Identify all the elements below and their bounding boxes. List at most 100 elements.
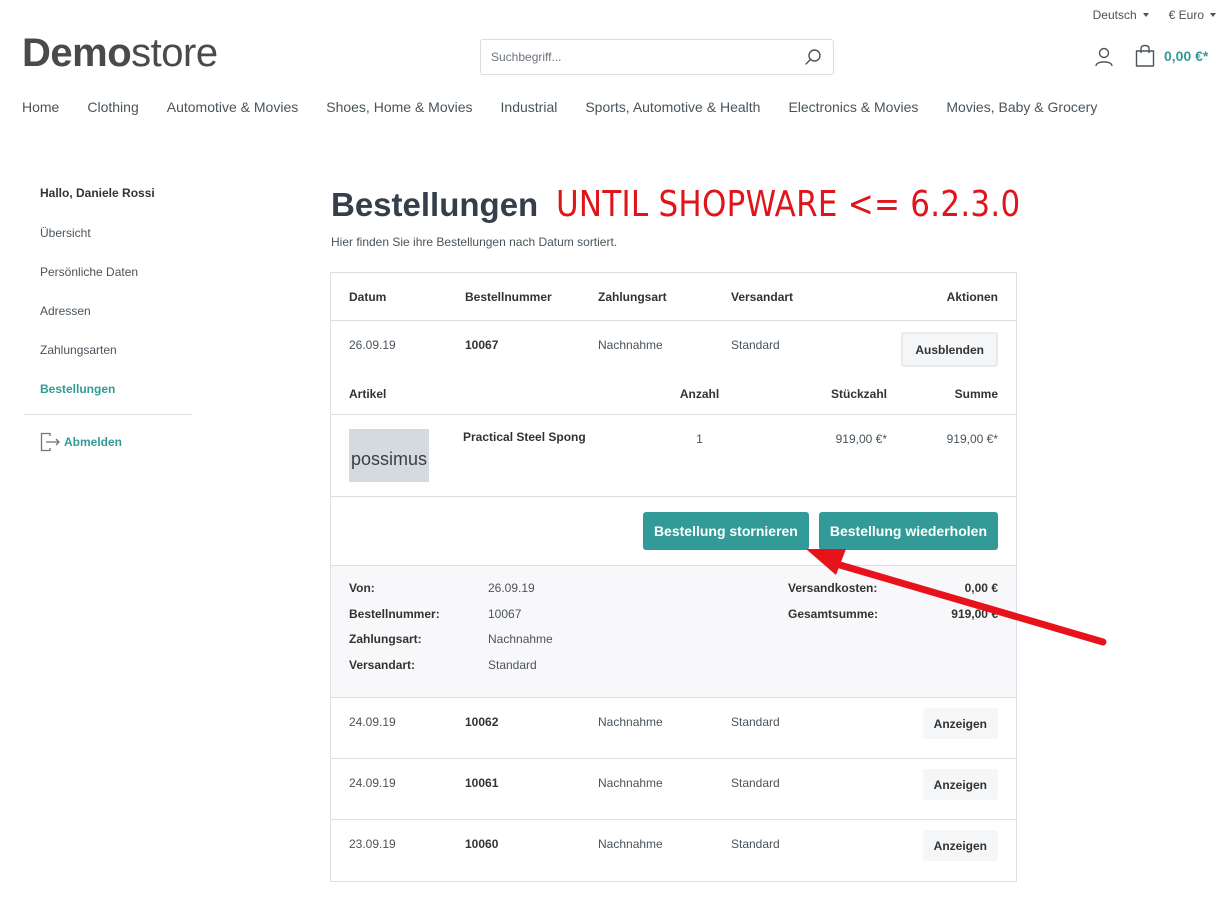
cancel-order-button[interactable]: Bestellung stornieren <box>642 512 809 550</box>
logout-label: Abmelden <box>64 435 123 449</box>
page-heading: Bestellungen UNTIL SHOPWARE <= 6.2.3.0 <box>331 184 1096 225</box>
cart-amount: 0,00 €* <box>1164 48 1209 64</box>
items-header: Artikel Anzahl Stückzahl Summe <box>331 373 1016 415</box>
product-thumbnail[interactable]: possimus <box>349 429 429 482</box>
top-bar: Deutsch € Euro <box>1093 8 1216 22</box>
sidebar-item-orders[interactable]: Bestellungen <box>24 382 192 402</box>
order-shipping: Standard <box>731 338 780 352</box>
logout-icon <box>40 432 60 452</box>
search-button[interactable] <box>793 40 833 74</box>
account-sidebar: Hallo, Daniele Rossi Übersicht Persönlic… <box>24 186 192 452</box>
search-icon <box>805 49 821 65</box>
page-title: Bestellungen <box>331 186 539 223</box>
page-subtitle: Hier finden Sie ihre Bestellungen nach D… <box>331 235 618 249</box>
order-row-expanded: 26.09.19 10067 Nachnahme Standard Ausble… <box>331 321 1016 373</box>
show-order-button[interactable]: Anzeigen <box>922 830 998 861</box>
cart-button[interactable]: 0,00 €* <box>1134 44 1208 68</box>
search-bar <box>480 39 834 75</box>
order-row: 24.09.19 10061 Nachnahme Standard Anzeig… <box>331 759 1016 820</box>
payment-value: Nachnahme <box>488 632 553 646</box>
show-order-button[interactable]: Anzeigen <box>922 769 998 800</box>
order-summary: Von: 26.09.19 Bestellnummer: 10067 Zahlung… <box>331 566 1016 698</box>
order-shipping: Standard <box>731 837 780 851</box>
order-number-label: Bestellnummer: <box>349 606 440 621</box>
sidebar-item-overview[interactable]: Übersicht <box>24 226 192 265</box>
items-header-unit-price: Stückzahl <box>830 386 887 401</box>
from-value: 26.09.19 <box>488 581 535 595</box>
items-header-total: Summe <box>954 386 998 401</box>
header-number: Bestellnummer <box>465 289 552 304</box>
nav-item-movies-baby-grocery[interactable]: Movies, Baby & Grocery <box>946 99 1097 115</box>
nav-item-sports-automotive-health[interactable]: Sports, Automotive & Health <box>585 99 760 115</box>
order-payment: Nachnahme <box>598 837 663 851</box>
shopping-bag-icon <box>1135 44 1155 67</box>
header-shipping: Versandart <box>731 289 794 304</box>
product-name[interactable]: Practical Steel Spong <box>463 429 652 496</box>
grand-total-value: 919,00 € <box>951 606 998 621</box>
logout-link[interactable]: Abmelden <box>24 432 192 452</box>
user-icon <box>1095 47 1113 67</box>
shipping-label: Versandart: <box>349 657 416 672</box>
greeting: Hallo, Daniele Rossi <box>40 186 155 200</box>
order-number-value: 10067 <box>488 606 522 621</box>
orders-header: Datum Bestellnummer Zahlungsart Versanda… <box>331 273 1016 321</box>
logo-light: store <box>131 31 218 75</box>
from-label: Von: <box>349 581 375 595</box>
store-logo[interactable]: Demostore <box>22 33 218 73</box>
account-button[interactable] <box>1093 46 1115 68</box>
payment-label: Zahlungsart: <box>349 632 422 646</box>
items-header-article: Artikel <box>349 386 387 401</box>
language-label: Deutsch <box>1092 8 1137 22</box>
nav-item-clothing[interactable]: Clothing <box>87 99 138 115</box>
caret-down-icon <box>1142 13 1149 17</box>
order-date: 24.09.19 <box>349 715 396 729</box>
sidebar-item-addresses[interactable]: Adressen <box>24 304 192 343</box>
show-order-button[interactable]: Anzeigen <box>922 708 998 739</box>
line-item: possimus Practical Steel Spong 1 919,00 … <box>331 415 1016 497</box>
items-header-quantity: Anzahl <box>679 386 720 401</box>
order-actions: Bestellung stornieren Bestellung wiederh… <box>331 497 1016 566</box>
orders-table: Datum Bestellnummer Zahlungsart Versanda… <box>330 272 1017 882</box>
repeat-order-button[interactable]: Bestellung wiederholen <box>818 512 998 550</box>
grand-total-label: Gesamtsumme: <box>788 606 879 621</box>
order-number: 10067 <box>465 338 499 352</box>
order-number: 10062 <box>465 715 499 729</box>
order-shipping: Standard <box>731 776 780 790</box>
currency-label: € Euro <box>1168 8 1204 22</box>
language-dropdown[interactable]: Deutsch <box>1093 8 1149 22</box>
order-date: 24.09.19 <box>349 776 396 790</box>
sidebar-item-personal-data[interactable]: Persönliche Daten <box>24 265 192 304</box>
caret-down-icon <box>1210 13 1216 17</box>
order-number: 10060 <box>465 837 499 851</box>
order-payment: Nachnahme <box>598 776 663 790</box>
order-row: 23.09.19 10060 Nachnahme Standard Anzeig… <box>331 820 1016 881</box>
sidebar-item-payment-methods[interactable]: Zahlungsarten <box>24 343 192 382</box>
header-payment: Zahlungsart <box>598 289 667 304</box>
nav-item-industrial[interactable]: Industrial <box>501 99 558 115</box>
order-payment: Nachnahme <box>598 715 663 729</box>
shipping-value: Standard <box>488 657 537 672</box>
item-unit-price: 919,00 €* <box>835 432 887 446</box>
order-number: 10061 <box>465 776 499 790</box>
order-date: 23.09.19 <box>349 837 396 851</box>
logo-bold: Demo <box>22 31 132 75</box>
main-navigation: Home Clothing Automotive & Movies Shoes,… <box>22 99 1125 115</box>
order-row: 24.09.19 10062 Nachnahme Standard Anzeig… <box>331 698 1016 759</box>
sidebar-divider <box>24 414 192 415</box>
order-date: 26.09.19 <box>349 338 396 352</box>
order-payment: Nachnahme <box>598 338 663 352</box>
header-date: Datum <box>349 289 387 304</box>
hide-order-button[interactable]: Ausblenden <box>901 332 998 367</box>
nav-item-automotive-movies[interactable]: Automotive & Movies <box>167 99 299 115</box>
version-annotation: UNTIL SHOPWARE <= 6.2.3.0 <box>556 184 1021 225</box>
nav-item-electronics-movies[interactable]: Electronics & Movies <box>788 99 918 115</box>
nav-item-home[interactable]: Home <box>22 99 59 115</box>
nav-item-shoes-home-movies[interactable]: Shoes, Home & Movies <box>326 99 472 115</box>
order-shipping: Standard <box>731 715 780 729</box>
shipping-cost-value: 0,00 € <box>964 581 998 595</box>
item-quantity: 1 <box>696 432 703 446</box>
item-total: 919,00 €* <box>946 432 998 446</box>
search-input[interactable] <box>481 40 793 74</box>
header-actions: Aktionen <box>946 289 998 304</box>
currency-dropdown[interactable]: € Euro <box>1169 8 1216 22</box>
